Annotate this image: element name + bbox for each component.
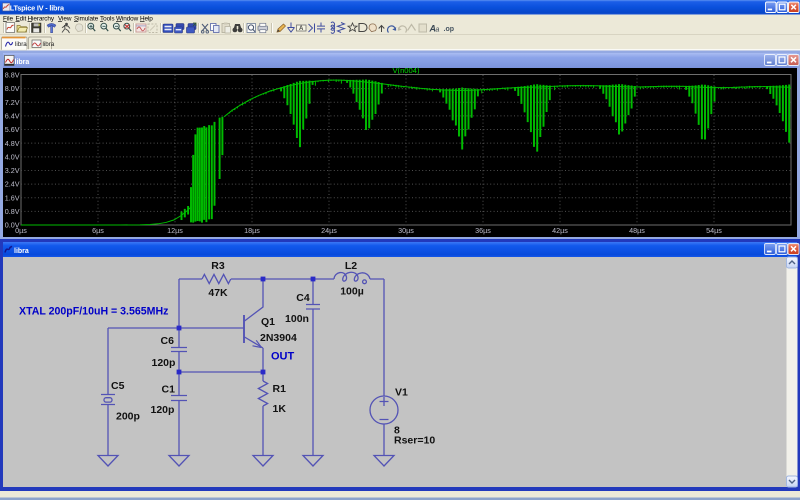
- svg-text:Hierarchy: Hierarchy: [28, 15, 55, 22]
- svg-text:6.4V: 6.4V: [5, 112, 20, 121]
- svg-text:8.8V: 8.8V: [5, 71, 20, 80]
- svg-text:4.0V: 4.0V: [5, 152, 20, 161]
- svg-text:R1: R1: [273, 383, 287, 395]
- svg-text:Edit: Edit: [16, 15, 27, 22]
- svg-text:100n: 100n: [285, 313, 309, 325]
- svg-text:libra: libra: [15, 59, 30, 66]
- svg-text:V1: V1: [395, 387, 408, 399]
- svg-text:0.8V: 0.8V: [5, 207, 20, 216]
- svg-text:C5: C5: [111, 380, 125, 392]
- svg-text:100µ: 100µ: [340, 286, 364, 298]
- svg-text:Window: Window: [116, 15, 139, 22]
- svg-text:200p: 200p: [116, 411, 140, 423]
- svg-text:42µs: 42µs: [552, 226, 568, 235]
- svg-text:Rser=10: Rser=10: [394, 435, 435, 447]
- svg-text:54µs: 54µs: [706, 226, 722, 235]
- svg-text:8.0V: 8.0V: [5, 84, 20, 93]
- svg-text:LTspice IV - libra: LTspice IV - libra: [10, 4, 65, 13]
- svg-text:Help: Help: [140, 15, 153, 22]
- svg-text:12µs: 12µs: [167, 226, 183, 235]
- svg-text:XTAL 200pF/10uH = 3.565MHz: XTAL 200pF/10uH = 3.565MHz: [19, 306, 168, 318]
- svg-text:6µs: 6µs: [92, 226, 104, 235]
- svg-text:A: A: [299, 26, 304, 32]
- svg-text:libra: libra: [15, 41, 27, 48]
- svg-text:R3: R3: [211, 260, 225, 272]
- svg-text:4.8V: 4.8V: [5, 139, 20, 148]
- svg-text:OUT: OUT: [271, 351, 295, 363]
- svg-text:L2: L2: [345, 260, 357, 272]
- svg-text:a: a: [436, 27, 440, 34]
- svg-text:Tools: Tools: [100, 15, 114, 22]
- svg-text:30µs: 30µs: [398, 226, 414, 235]
- svg-text:1.6V: 1.6V: [5, 193, 20, 202]
- svg-text:libra: libra: [43, 41, 55, 48]
- svg-text:C4: C4: [296, 292, 310, 304]
- svg-text:.op: .op: [444, 26, 455, 33]
- svg-text:48µs: 48µs: [629, 226, 645, 235]
- svg-text:3.2V: 3.2V: [5, 166, 20, 175]
- svg-text:2N3904: 2N3904: [260, 332, 297, 344]
- svg-text:File: File: [3, 15, 13, 22]
- svg-text:120p: 120p: [151, 404, 175, 416]
- svg-text:36µs: 36µs: [475, 226, 491, 235]
- svg-text:47K: 47K: [208, 287, 228, 299]
- svg-text:2.4V: 2.4V: [5, 180, 20, 189]
- svg-text:120p: 120p: [152, 357, 176, 369]
- svg-text:libra: libra: [14, 248, 29, 255]
- svg-text:V(n004): V(n004): [392, 66, 419, 75]
- svg-text:Q1: Q1: [261, 316, 275, 328]
- svg-text:C1: C1: [162, 384, 176, 396]
- svg-text:7.2V: 7.2V: [5, 98, 20, 107]
- svg-text:Simulate: Simulate: [74, 15, 99, 22]
- svg-text:18µs: 18µs: [244, 226, 260, 235]
- svg-text:C6: C6: [161, 335, 175, 347]
- svg-text:24µs: 24µs: [321, 226, 337, 235]
- svg-text:View: View: [58, 15, 72, 22]
- svg-text:1K: 1K: [273, 403, 287, 415]
- svg-text:0µs: 0µs: [15, 226, 27, 235]
- svg-text:5.6V: 5.6V: [5, 125, 20, 134]
